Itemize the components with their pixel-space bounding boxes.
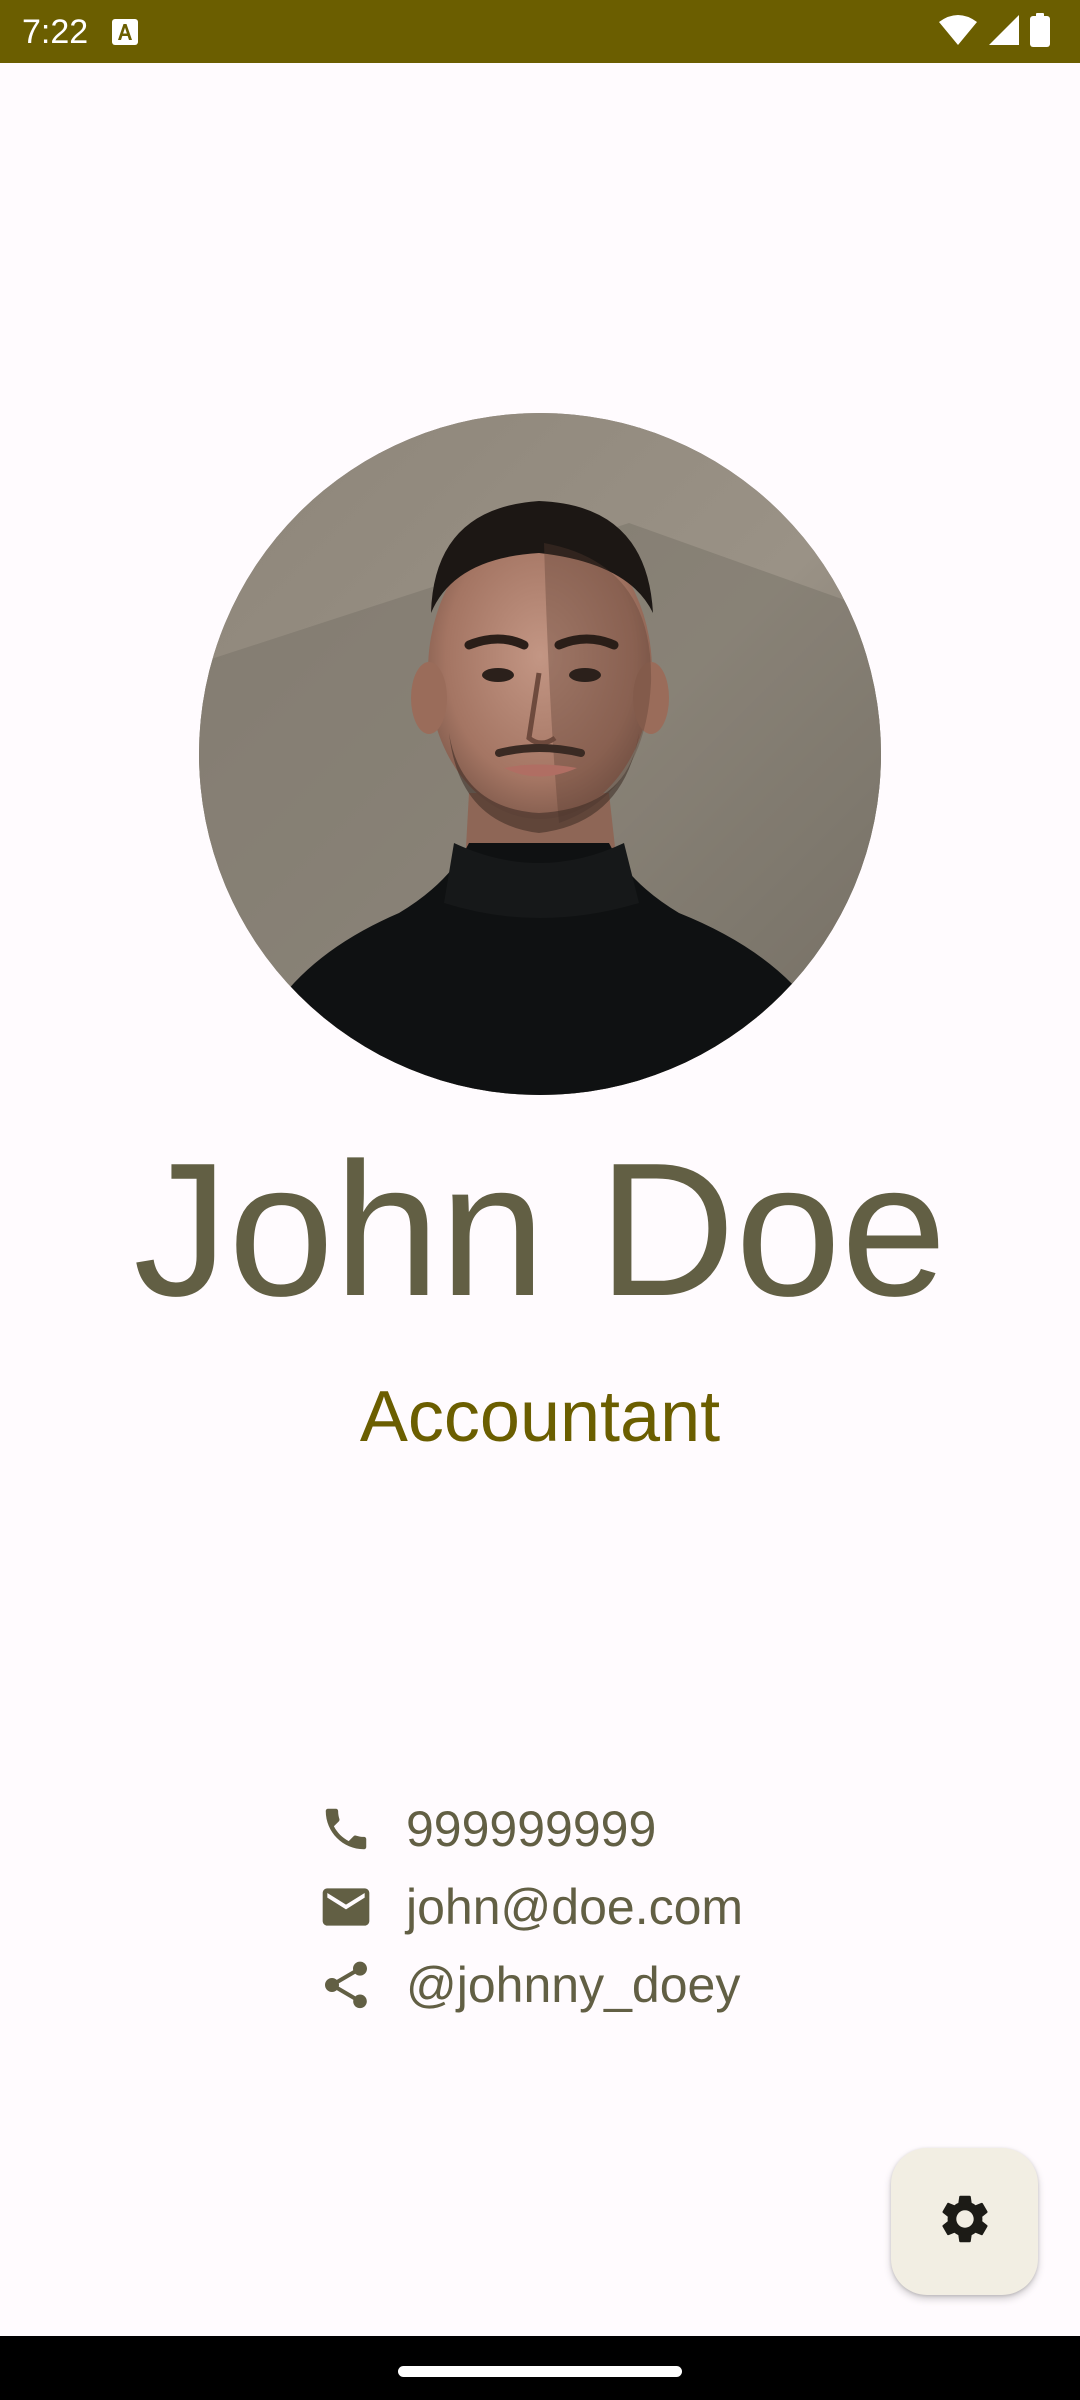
status-icons [938, 12, 1050, 52]
profile-screen: 7:22 John Doe Accountant 999999999 john@… [0, 0, 1080, 2400]
battery-icon [1030, 12, 1050, 52]
contact-social-text: @johnny_doey [406, 1957, 741, 2013]
contact-row-phone: 999999999 [316, 1790, 916, 1868]
share-icon [316, 1955, 376, 2015]
phone-icon [316, 1799, 376, 1859]
contact-phone-text: 999999999 [406, 1801, 657, 1857]
home-gesture-handle[interactable] [398, 2366, 682, 2377]
profile-job-title: Accountant [359, 1377, 721, 1457]
status-bar: 7:22 [0, 0, 1080, 63]
profile-name: John Doe [133, 1124, 947, 1336]
contact-row-social: @johnny_doey [316, 1946, 916, 2024]
contact-row-email: john@doe.com [316, 1868, 916, 1946]
settings-gear-icon [936, 2190, 994, 2253]
contact-email-text: john@doe.com [406, 1879, 744, 1935]
text-a-icon [112, 19, 138, 45]
status-time: 7:22 [22, 13, 89, 51]
contact-list: 999999999 john@doe.com @johnny_doey [316, 1790, 916, 2024]
avatar [199, 413, 881, 1095]
navigation-bar [0, 2336, 1080, 2400]
settings-button[interactable] [891, 2148, 1038, 2295]
email-icon [316, 1877, 376, 1937]
cellular-signal-icon [988, 14, 1020, 51]
wifi-icon [938, 14, 978, 51]
